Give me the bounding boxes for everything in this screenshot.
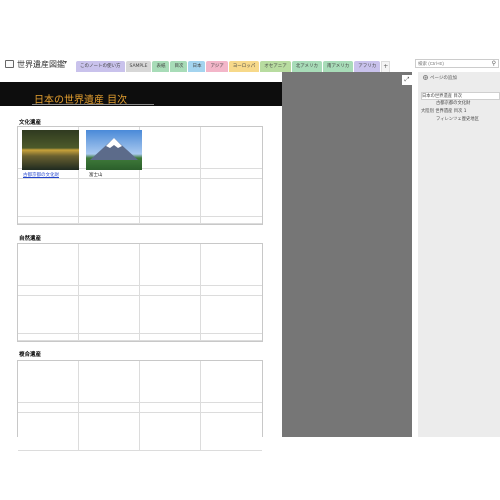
- table-cell[interactable]: [18, 244, 79, 286]
- chevron-down-icon[interactable]: ▾: [64, 59, 67, 66]
- table-cell[interactable]: [201, 244, 262, 286]
- table-cell[interactable]: [18, 403, 79, 413]
- section-title-mixed: 複合遺産: [19, 352, 42, 358]
- table-cell[interactable]: [201, 169, 262, 179]
- search-box[interactable]: ⚲: [415, 59, 499, 68]
- section-tabs: このノートの使い方 SAMPLE 表紙 目次 日本 アジア ヨーロッパ オセアニア 北アメリカ南…: [76, 61, 391, 72]
- caption-fuji: 富士山: [89, 173, 103, 178]
- notebook-title[interactable]: 世界遺産図鑑: [17, 59, 65, 70]
- page-list: 日本の世界遺産 目次 古都京都の文化財 大陸別 世界遺産 目次 1 フィレンツェ歴史地…: [421, 92, 500, 124]
- caption-kyoto[interactable]: 古都京都の文化財: [23, 172, 59, 178]
- table-cell[interactable]: [140, 127, 201, 169]
- mixed-grid: [17, 360, 263, 451]
- table-cell[interactable]: [79, 403, 140, 413]
- table-cell[interactable]: [201, 179, 262, 217]
- tab-2[interactable]: 表紙: [152, 61, 170, 72]
- table-cell[interactable]: [140, 179, 201, 217]
- table-cell[interactable]: [201, 296, 262, 334]
- page-list-item[interactable]: 古都京都の文化財: [421, 100, 500, 108]
- tab-3[interactable]: 目次: [170, 61, 188, 72]
- tab-5[interactable]: アジア: [206, 61, 228, 72]
- natural-grid: [17, 243, 263, 342]
- page-gutter: [282, 72, 412, 437]
- mount-fuji-photo[interactable]: [86, 130, 142, 170]
- section-title-natural: 自然遺産: [19, 236, 42, 242]
- page-list-pane: + ページの追加 日本の世界遺産 目次 古都京都の文化財 大陸別 世界遺産 目次 1フ…: [418, 72, 500, 437]
- table-cell[interactable]: [140, 334, 201, 341]
- table-cell[interactable]: [140, 413, 201, 451]
- table-cell[interactable]: [140, 286, 201, 296]
- table-cell[interactable]: [79, 296, 140, 334]
- page-list-item[interactable]: フィレンツェ歴史地区: [421, 116, 500, 124]
- table-cell[interactable]: [18, 217, 79, 224]
- table-cell[interactable]: [140, 169, 201, 179]
- page-list-item[interactable]: 大陸別 世界遺産 目次 1: [421, 108, 500, 116]
- table-cell[interactable]: [79, 217, 140, 224]
- table-cell[interactable]: [140, 296, 201, 334]
- tab-9[interactable]: 南アメリカ: [323, 61, 354, 72]
- table-cell[interactable]: [18, 286, 79, 296]
- table-cell[interactable]: [140, 361, 201, 403]
- table-cell[interactable]: [201, 403, 262, 413]
- section-title-cultural: 文化遺産: [19, 120, 42, 126]
- tab-0[interactable]: このノートの使い方: [76, 61, 125, 72]
- table-cell[interactable]: [79, 244, 140, 286]
- tab-10[interactable]: アフリカ: [354, 61, 381, 72]
- add-page-label: ページの追加: [430, 76, 457, 81]
- table-cell[interactable]: [201, 217, 262, 224]
- kyoto-temple-photo[interactable]: [22, 130, 79, 170]
- notebook-header: 世界遺産図鑑 ▾ このノートの使い方 SAMPLE 表紙 目次 日本 アジア ヨーロッパ オセ…: [0, 57, 500, 72]
- search-input[interactable]: [418, 60, 486, 67]
- plus-circle-icon: +: [423, 75, 428, 80]
- table-cell[interactable]: [201, 361, 262, 403]
- add-section-button[interactable]: +: [381, 61, 391, 72]
- table-cell[interactable]: [201, 286, 262, 296]
- tab-6[interactable]: ヨーロッパ: [228, 61, 260, 72]
- table-cell[interactable]: [140, 217, 201, 224]
- expand-icon[interactable]: ⤢: [402, 75, 412, 85]
- table-cell[interactable]: [140, 244, 201, 286]
- table-cell[interactable]: [79, 179, 140, 217]
- add-page-button[interactable]: + ページの追加: [423, 75, 457, 81]
- mount-fuji-illustration: [90, 138, 138, 160]
- table-cell[interactable]: [18, 334, 79, 341]
- table-cell[interactable]: [201, 413, 262, 451]
- search-icon[interactable]: ⚲: [492, 60, 496, 67]
- table-cell[interactable]: [201, 334, 262, 341]
- table-cell[interactable]: [18, 179, 79, 217]
- notebook-icon[interactable]: [5, 60, 14, 68]
- tab-4[interactable]: 日本: [188, 61, 206, 72]
- table-cell[interactable]: [18, 361, 79, 403]
- title-underline: [32, 104, 154, 105]
- table-cell[interactable]: [79, 286, 140, 296]
- table-cell[interactable]: [79, 361, 140, 403]
- table-cell[interactable]: [18, 296, 79, 334]
- tab-8[interactable]: 北アメリカ: [291, 61, 322, 72]
- table-cell[interactable]: [201, 127, 262, 169]
- tab-7[interactable]: オセアニア: [260, 61, 291, 72]
- table-cell[interactable]: [18, 413, 79, 451]
- page-list-item[interactable]: 日本の世界遺産 目次: [421, 92, 500, 100]
- table-cell[interactable]: [140, 403, 201, 413]
- table-cell[interactable]: [79, 334, 140, 341]
- table-cell[interactable]: [79, 413, 140, 451]
- tab-1[interactable]: SAMPLE: [125, 61, 152, 72]
